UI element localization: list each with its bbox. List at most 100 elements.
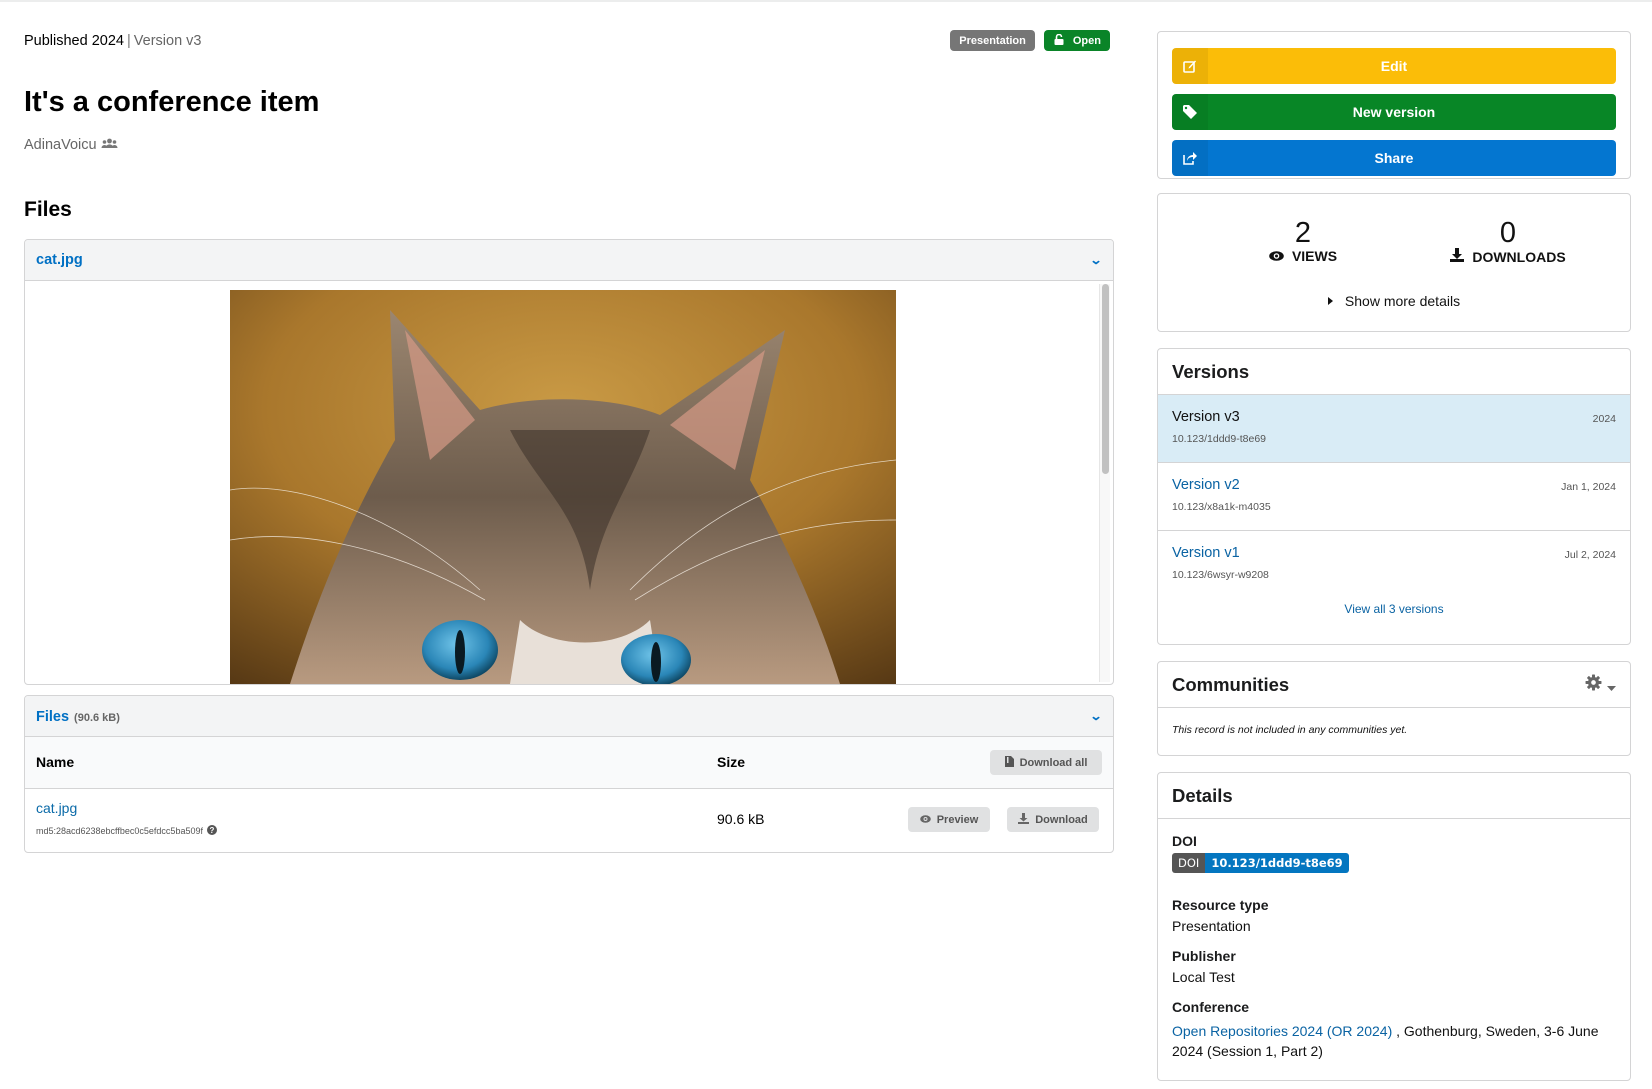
svg-text:?: ? bbox=[210, 826, 215, 835]
download-button[interactable]: Download bbox=[1007, 807, 1099, 832]
cat-image bbox=[230, 290, 896, 684]
version-doi: 10.123/1ddd9-t8e69 bbox=[1172, 433, 1267, 445]
files-list-header[interactable]: Files (90.6 kB) ⌄ bbox=[25, 696, 1113, 737]
version-item[interactable]: Version v2 10.123/x8a1k-m4035 Jan 1, 202… bbox=[1158, 463, 1630, 531]
files-list-panel: Files (90.6 kB) ⌄ Name Size Download all … bbox=[24, 695, 1114, 853]
preview-filename[interactable]: cat.jpg bbox=[36, 252, 83, 268]
files-list-title[interactable]: Files bbox=[36, 709, 69, 725]
column-name: Name bbox=[36, 754, 75, 770]
edit-icon bbox=[1172, 48, 1208, 84]
doi-badge-prefix: DOI bbox=[1172, 853, 1206, 873]
eye-icon bbox=[919, 814, 931, 826]
question-circle-icon[interactable]: ? bbox=[206, 825, 217, 837]
show-more-details-label[interactable]: Show more details bbox=[1345, 293, 1460, 309]
resource-type-badge: Presentation bbox=[950, 30, 1035, 51]
publisher-value: Local Test bbox=[1172, 969, 1235, 985]
files-heading: Files bbox=[24, 198, 72, 221]
doi-badge[interactable]: DOI 10.123/1ddd9-t8e69 bbox=[1172, 853, 1349, 873]
version-label: Version v3 bbox=[133, 33, 202, 49]
downloads-label: DOWNLOADS bbox=[1472, 248, 1566, 265]
access-badge: Open bbox=[1043, 30, 1110, 51]
conference-label: Conference bbox=[1172, 999, 1250, 1015]
column-size: Size bbox=[717, 754, 746, 770]
communities-title: Communities bbox=[1172, 673, 1290, 695]
files-list-title-wrap[interactable]: Files (90.6 kB) bbox=[36, 708, 120, 725]
downloads-stat: 0 DOWNLOADS bbox=[1438, 218, 1578, 265]
version-date: Jul 2, 2024 bbox=[1564, 549, 1616, 561]
preview-panel-header[interactable]: cat.jpg ⌄ bbox=[25, 240, 1113, 281]
views-label: VIEWS bbox=[1291, 248, 1338, 264]
edit-button[interactable]: Edit bbox=[1172, 48, 1616, 84]
record-title: It's a conference item bbox=[24, 86, 320, 118]
show-more-details[interactable]: Show more details bbox=[1158, 293, 1630, 309]
edit-label: Edit bbox=[1380, 58, 1408, 74]
downloads-count: 0 bbox=[1499, 217, 1517, 249]
chevron-down-icon[interactable]: ⌄ bbox=[1089, 253, 1102, 267]
creator[interactable]: AdinaVoicu bbox=[24, 137, 118, 153]
author-name[interactable]: AdinaVoicu bbox=[24, 137, 97, 153]
users-icon bbox=[101, 137, 118, 153]
version-doi: 10.123/x8a1k-m4035 bbox=[1172, 501, 1271, 513]
details-title: Details bbox=[1172, 784, 1233, 806]
file-name-link[interactable]: cat.jpg bbox=[36, 800, 77, 816]
views-count: 2 bbox=[1294, 217, 1312, 249]
doi-badge-value[interactable]: 10.123/1ddd9-t8e69 bbox=[1205, 853, 1349, 873]
file-preview-panel: cat.jpg ⌄ bbox=[24, 239, 1114, 685]
version-doi: 10.123/6wsyr-w9208 bbox=[1172, 569, 1269, 581]
share-button[interactable]: Share bbox=[1172, 140, 1616, 176]
doi-label: DOI bbox=[1172, 833, 1197, 849]
version-link[interactable]: Version v1 bbox=[1172, 545, 1616, 561]
published-date: Published 2024 bbox=[24, 33, 124, 49]
files-table-header: Name Size Download all bbox=[25, 737, 1113, 789]
versions-header: Versions bbox=[1158, 349, 1630, 395]
unlock-icon bbox=[1054, 33, 1064, 48]
manage-actions-card: Edit New version Share bbox=[1157, 31, 1631, 179]
version-link[interactable]: Version v2 bbox=[1172, 477, 1616, 493]
version-item[interactable]: Version v1 10.123/6wsyr-w9208 Jul 2, 202… bbox=[1158, 531, 1630, 599]
communities-empty-message: This record is not included in any commu… bbox=[1172, 724, 1408, 736]
communities-settings-dropdown[interactable] bbox=[1585, 674, 1616, 696]
resource-type-label: Resource type bbox=[1172, 897, 1269, 913]
versions-title: Versions bbox=[1172, 360, 1250, 382]
eye-icon bbox=[1269, 248, 1284, 264]
share-label: Share bbox=[1374, 150, 1414, 166]
version-item[interactable]: Version v3 10.123/1ddd9-t8e69 2024 bbox=[1158, 395, 1630, 463]
tag-icon bbox=[1172, 94, 1208, 130]
file-size: 90.6 kB bbox=[717, 811, 765, 827]
resource-type-value: Presentation bbox=[1172, 918, 1251, 934]
access-text: Open bbox=[1072, 34, 1101, 47]
version-label: Version v3 bbox=[1172, 409, 1240, 425]
separator: | bbox=[126, 33, 131, 49]
downloads-label-wrap: DOWNLOADS bbox=[1438, 248, 1578, 265]
download-all-button[interactable]: Download all bbox=[990, 750, 1102, 775]
files-total-size: (90.6 kB) bbox=[74, 711, 120, 724]
preview-button[interactable]: Preview bbox=[908, 807, 990, 832]
chevron-down-icon[interactable]: ⌄ bbox=[1089, 709, 1102, 723]
download-icon bbox=[1450, 248, 1465, 265]
preview-scrollbar[interactable] bbox=[1099, 284, 1110, 682]
details-card: Details DOI DOI 10.123/1ddd9-t8e69 Resou… bbox=[1157, 772, 1631, 1081]
record-badges: Presentation Open bbox=[950, 30, 1110, 51]
share-icon bbox=[1172, 140, 1208, 176]
version-date: Jan 1, 2024 bbox=[1561, 481, 1616, 493]
communities-header: Communities bbox=[1158, 662, 1630, 708]
caret-right-icon bbox=[1327, 297, 1333, 305]
views-stat: 2 VIEWS bbox=[1243, 218, 1363, 264]
details-header: Details bbox=[1158, 773, 1630, 819]
file-row: cat.jpg md5:28acd6238ebcffbec0c5efdcc5ba… bbox=[25, 789, 1113, 852]
view-all-versions-link[interactable]: View all 3 versions bbox=[1158, 602, 1630, 616]
caret-down-icon bbox=[1607, 674, 1616, 696]
details-body: DOI DOI 10.123/1ddd9-t8e69 Resource type… bbox=[1158, 833, 1630, 1061]
communities-card: Communities This record is not included … bbox=[1157, 661, 1631, 756]
scrollbar-thumb[interactable] bbox=[1102, 284, 1109, 474]
download-all-label: Download all bbox=[1019, 756, 1088, 769]
new-version-button[interactable]: New version bbox=[1172, 94, 1616, 130]
file-checksum: md5:28acd6238ebcffbec0c5efdcc5ba509f ? bbox=[36, 825, 217, 837]
views-label-wrap: VIEWS bbox=[1243, 248, 1363, 264]
top-border bbox=[0, 0, 1652, 2]
stats-card: 2 VIEWS 0 DOWNLOADS Show more details bbox=[1157, 193, 1631, 332]
preview-body bbox=[25, 281, 1113, 684]
version-date: 2024 bbox=[1592, 413, 1616, 425]
conference-link[interactable]: Open Repositories 2024 (OR 2024) bbox=[1172, 1023, 1392, 1039]
resource-type-text: Presentation bbox=[959, 34, 1026, 47]
